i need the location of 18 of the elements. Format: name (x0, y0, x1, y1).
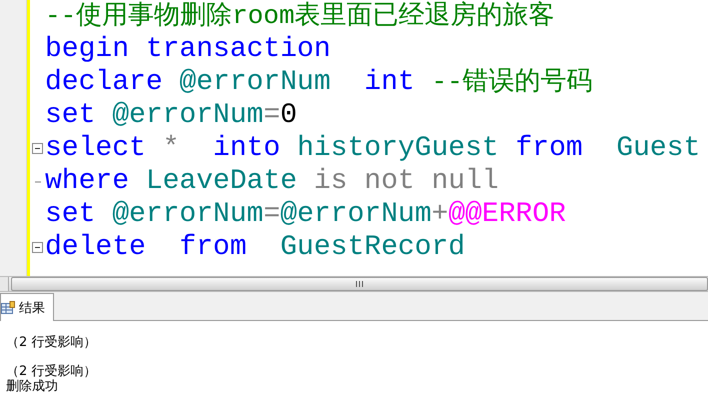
fold-end-marker (34, 180, 40, 182)
result-message: 删除成功 (6, 379, 59, 394)
result-message: （2 行受影响） (6, 335, 98, 350)
code-line: set @errorNum=0 (45, 99, 298, 132)
code-line: declare @errorNum int --错误的号码 (45, 66, 593, 99)
collapse-icon[interactable] (32, 242, 43, 253)
grip-icon (356, 281, 363, 287)
results-tab[interactable]: 结果 (0, 293, 54, 321)
code-line: begin transaction (45, 33, 331, 66)
collapse-icon[interactable] (32, 143, 43, 154)
code-line: --使用事物删除room表里面已经退房的旅客 (45, 0, 555, 33)
scroll-left-button[interactable] (0, 277, 9, 291)
code-line: where LeaveDate is not null (45, 165, 499, 198)
code-line: select * into historyGuest from Guest (45, 132, 700, 165)
code-line: set @errorNum=@errorNum+@@ERROR (45, 198, 566, 231)
code-line: delete from GuestRecord (45, 231, 466, 264)
result-message: （2 行受影响） (6, 364, 98, 379)
grid-icon (1, 300, 15, 314)
